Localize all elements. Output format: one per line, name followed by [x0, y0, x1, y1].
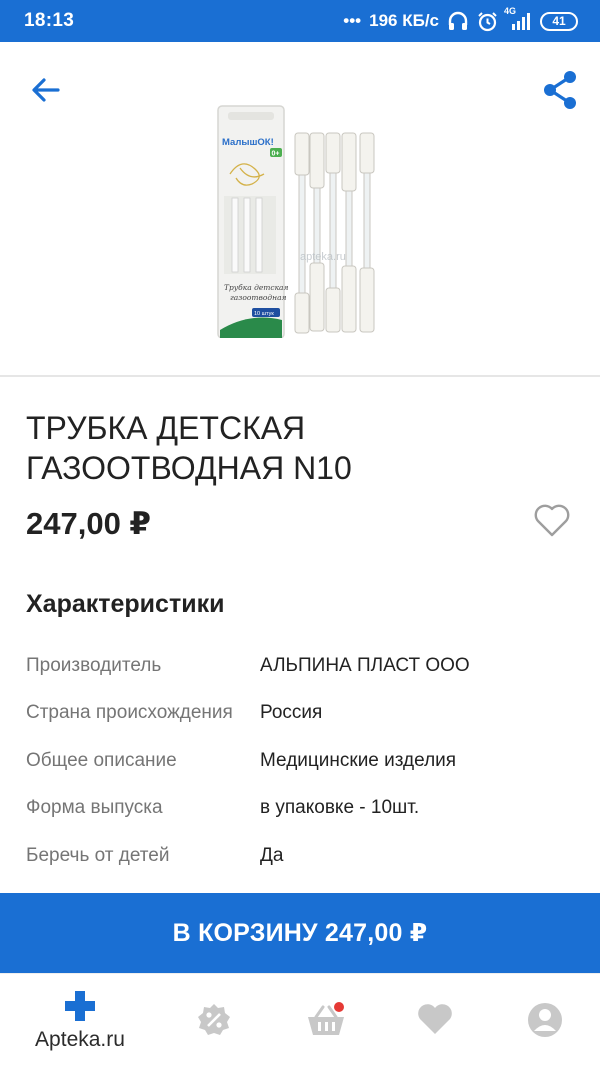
nav-basket[interactable] [306, 1002, 346, 1065]
basket-notification-dot [334, 1002, 344, 1012]
spec-label: Беречь от детей [26, 844, 170, 866]
product-image-badge: 10 штук [254, 311, 274, 317]
product-image-brand: МалышОК! [222, 137, 274, 148]
spec-label: Производитель [26, 654, 162, 676]
battery-icon: 41 [540, 11, 578, 31]
back-button[interactable] [28, 72, 64, 108]
discount-icon [198, 1004, 230, 1035]
spec-row-country: Страна происхождения Россия [26, 690, 586, 738]
product-image-caption-1: Трубка детская [224, 283, 289, 292]
spec-value: Медицинские изделия [260, 749, 457, 771]
heart-icon [418, 1004, 452, 1034]
alarm-icon [477, 11, 498, 32]
spec-label: Страна происхождения [26, 702, 233, 724]
product-image-watermark: apteka.ru [300, 251, 346, 263]
status-time: 18:13 [24, 10, 75, 31]
favorite-button[interactable] [532, 501, 572, 539]
signal-icon: 4G [504, 6, 532, 30]
spec-row-manufacturer: Производитель АЛЬПИНА ПЛАСТ ООО [26, 642, 586, 690]
characteristics-heading: Характеристики [26, 590, 225, 618]
nav-home-label: Apteka.ru [35, 1028, 125, 1051]
arrow-left-icon [32, 78, 60, 102]
heart-outline-icon [534, 504, 570, 537]
spec-label: Форма выпуска [26, 797, 163, 819]
bottom-nav: Apteka.ru [0, 973, 600, 1065]
spec-value: Россия [260, 702, 323, 724]
share-icon [544, 71, 576, 109]
profile-icon [528, 1003, 562, 1037]
add-to-cart-button[interactable]: В КОРЗИНУ 247,00 ₽ [0, 893, 600, 973]
nav-profile[interactable] [527, 1002, 563, 1065]
basket-icon [308, 1002, 344, 1035]
dots-icon: ••• [343, 11, 362, 30]
characteristics-table: Производитель АЛЬПИНА ПЛАСТ ООО Страна п… [26, 642, 586, 880]
spec-row-keep-away: Беречь от детей Да [26, 832, 586, 880]
product-image-caption-2: газоотводная [230, 293, 287, 302]
product-image[interactable]: МалышОК! 0+ Трубка детская газоотводная … [210, 98, 390, 339]
spec-value: Да [260, 844, 284, 866]
home-cross-icon [65, 991, 95, 1021]
spec-value: в упаковке - 10шт. [260, 797, 420, 819]
status-icons: ••• 196 КБ/с 4G 41 [343, 6, 578, 32]
headphones-icon [447, 11, 469, 31]
network-type: 4G [504, 6, 517, 16]
spec-row-description: Общее описание Медицинские изделия [26, 737, 586, 785]
spec-label: Общее описание [26, 749, 177, 771]
divider [0, 375, 600, 377]
product-image-age: 0+ [272, 151, 280, 158]
share-button[interactable] [540, 70, 580, 110]
battery-level: 41 [540, 11, 578, 31]
network-speed: 196 КБ/с [369, 11, 439, 30]
nav-discounts[interactable] [196, 1002, 232, 1065]
product-price: 247,00 ₽ [26, 506, 151, 541]
status-bar: 18:13 ••• 196 КБ/с 4G 41 [0, 0, 600, 42]
nav-home[interactable]: Apteka.ru [24, 974, 136, 1065]
spec-row-form: Форма выпуска в упаковке - 10шт. [26, 785, 586, 833]
product-title: ТРУБКА ДЕТСКАЯ ГАЗООТВОДНАЯ N10 [26, 410, 352, 486]
spec-value: АЛЬПИНА ПЛАСТ ООО [260, 654, 470, 676]
nav-favorites[interactable] [416, 1002, 454, 1065]
